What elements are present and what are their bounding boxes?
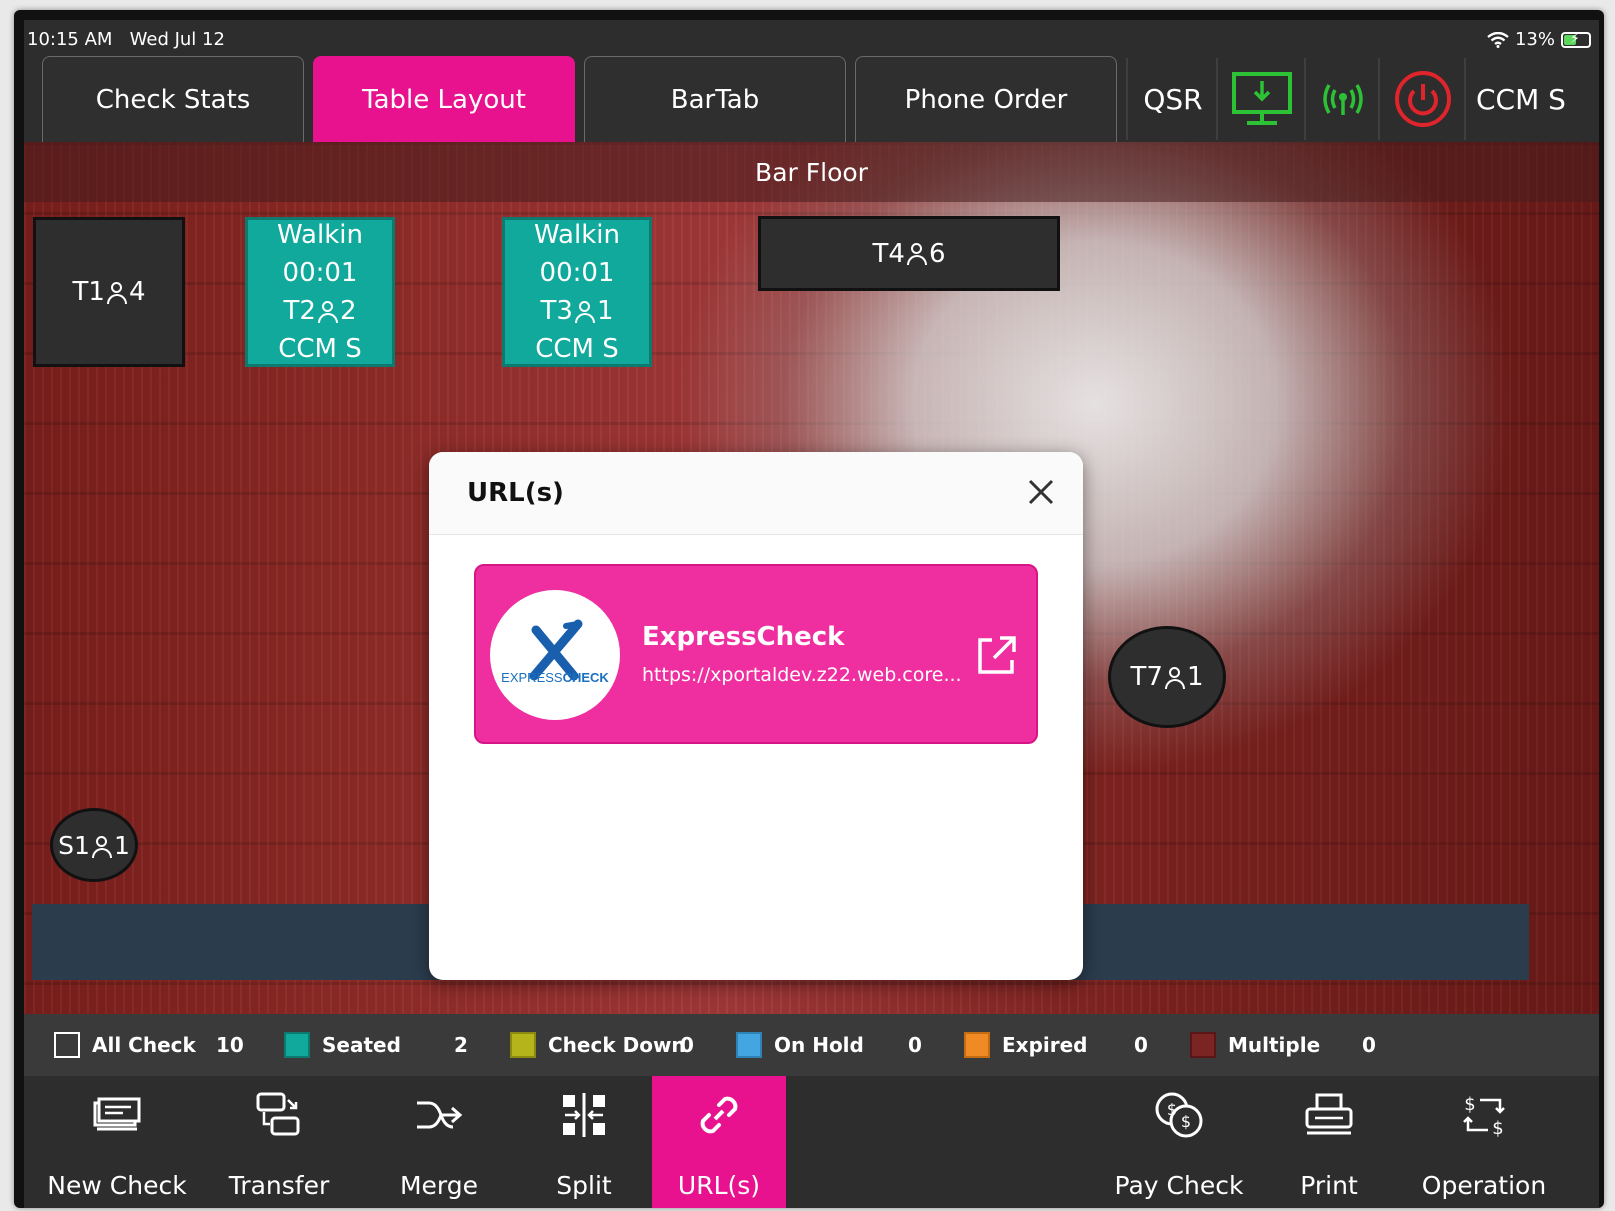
- dialog-header: URL(s): [429, 452, 1083, 535]
- url-item-expresscheck[interactable]: EXPRESSCHECK ExpressCheck https://xporta…: [474, 564, 1038, 744]
- close-icon: [1028, 479, 1054, 505]
- urls-dialog: URL(s) EXPRESSCHECK ExpressCheck https:/…: [429, 452, 1083, 980]
- close-button[interactable]: [1023, 474, 1059, 510]
- open-link-button[interactable]: [974, 634, 1018, 678]
- dialog-title: URL(s): [467, 478, 564, 508]
- url-address: https://xportaldev.z22.web.core....: [642, 664, 962, 686]
- logo-wordmark: EXPRESSCHECK: [501, 670, 609, 685]
- app-screen: 10:15 AM Wed Jul 12 13% ⚡ Check Stats Ta…: [24, 20, 1599, 1208]
- tablet-frame: 10:15 AM Wed Jul 12 13% ⚡ Check Stats Ta…: [14, 10, 1604, 1208]
- expresscheck-logo: EXPRESSCHECK: [490, 590, 620, 720]
- expresscheck-logo-icon: [529, 619, 583, 681]
- url-title: ExpressCheck: [642, 622, 845, 652]
- modal-overlay: URL(s) EXPRESSCHECK ExpressCheck https:/…: [24, 20, 1599, 1208]
- external-link-icon: [978, 636, 1016, 674]
